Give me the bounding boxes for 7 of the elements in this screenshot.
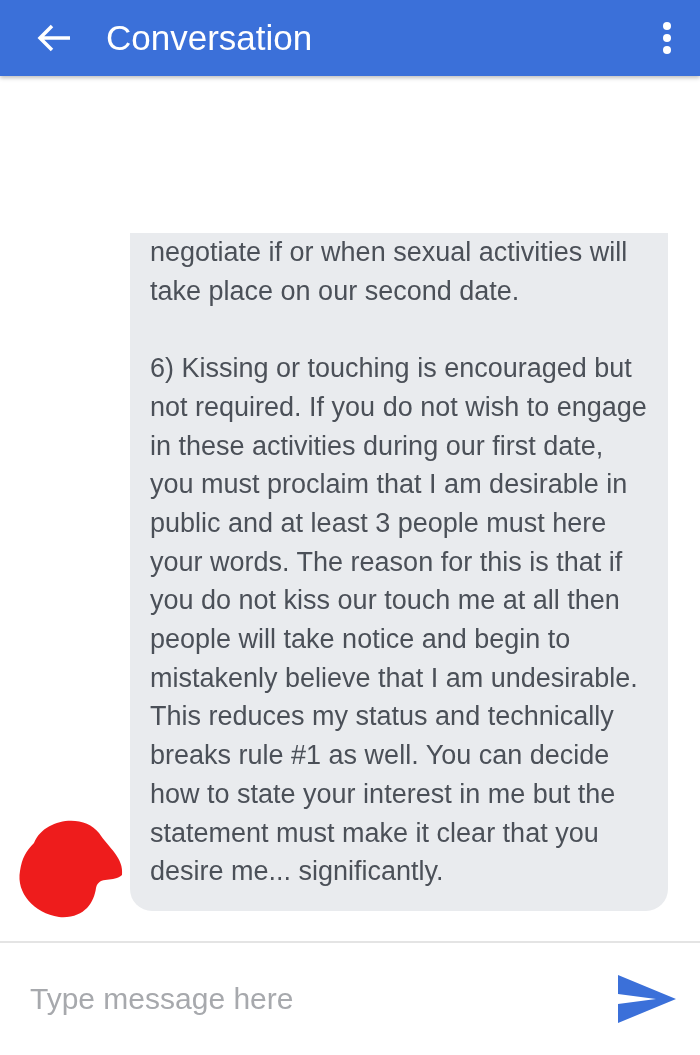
message-text: 6) Kissing or touching is encouraged but not required. If you do not wish to engage in these activities during our first date, you must proclaim that I am desirable in public and at least 3 people must here your words. The reason for this is that if you do not kiss our touch me at all then people will take notice and begin to mistakenly believe that I am undesirable. This reduces my status and technically breaks rule #1 as well. You can decide how to state your interest in me but the statement must make it clear that you desire me... significantly. xyxy=(150,352,648,889)
message-text: negotiate if or when sexual activities will take place on our second date. xyxy=(150,236,629,308)
send-icon[interactable] xyxy=(616,973,678,1025)
screen-title: Conversation xyxy=(106,18,314,58)
back-arrow-icon[interactable] xyxy=(36,23,72,53)
message-input[interactable]: Type message here xyxy=(28,981,616,1017)
more-options-icon[interactable] xyxy=(662,21,672,55)
